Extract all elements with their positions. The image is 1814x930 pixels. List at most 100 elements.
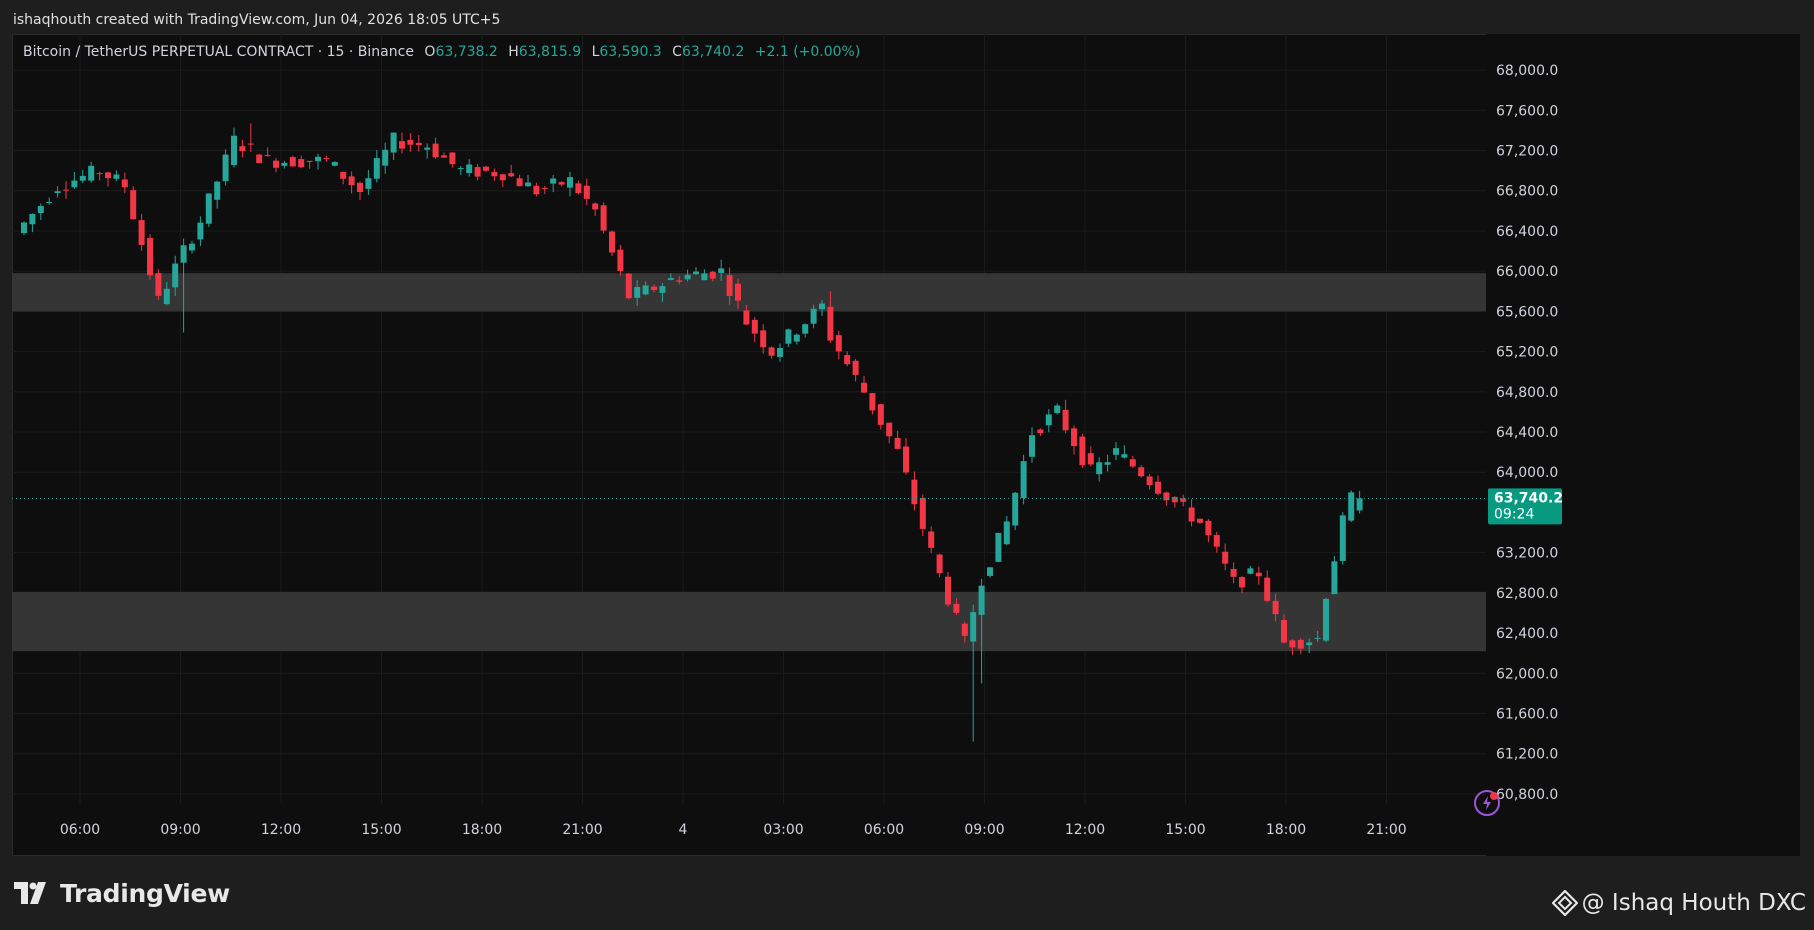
candle-down bbox=[945, 572, 951, 607]
candle-down bbox=[298, 155, 305, 169]
time-tick-label: 21:00 bbox=[562, 822, 602, 838]
candle-down bbox=[1062, 399, 1069, 434]
candle-body bbox=[1113, 448, 1119, 455]
price-axis: 68,000.0 67,600.0 67,200.0 66,800.0 66,400.0… bbox=[1486, 34, 1800, 856]
candle-up bbox=[802, 323, 809, 338]
candle-up bbox=[46, 197, 53, 205]
candle-down bbox=[1138, 465, 1145, 478]
candle-up bbox=[777, 343, 783, 362]
candle-body bbox=[1180, 498, 1187, 502]
candle-body bbox=[961, 623, 968, 636]
watermark-text: @ Ishaq Houth DXC bbox=[1581, 890, 1806, 916]
candle-body bbox=[1163, 492, 1170, 501]
candle-body bbox=[835, 335, 842, 352]
candle-body bbox=[886, 422, 893, 437]
candle-down bbox=[1213, 531, 1220, 553]
price-tick-label: 61,200.0 bbox=[1496, 747, 1558, 763]
candle-up bbox=[1045, 409, 1052, 433]
candle-body bbox=[1255, 572, 1262, 577]
candle-body bbox=[289, 157, 296, 167]
price-tick-label: 66,400.0 bbox=[1496, 224, 1558, 240]
candle-up bbox=[457, 165, 464, 175]
candle-body bbox=[457, 168, 464, 170]
candlestick-chart[interactable]: 68,000.0 67,600.0 67,200.0 66,800.0 66,400.0… bbox=[12, 34, 1800, 856]
candle-body bbox=[634, 286, 641, 298]
candle-body bbox=[667, 278, 674, 280]
tradingview-logo[interactable]: TradingView bbox=[14, 876, 230, 910]
candle-up bbox=[231, 127, 237, 168]
candle-body bbox=[172, 263, 179, 288]
change-value: +2.1 (+0.00%) bbox=[754, 44, 861, 60]
candle-down bbox=[516, 174, 523, 187]
candle-body bbox=[1239, 577, 1245, 588]
candle-up bbox=[1247, 565, 1254, 575]
candle-body bbox=[567, 177, 573, 188]
candle-body bbox=[693, 271, 699, 275]
time-tick-label: 21:00 bbox=[1366, 822, 1406, 838]
candle-up bbox=[79, 169, 86, 184]
candle-body bbox=[474, 167, 481, 177]
candle-body bbox=[852, 360, 859, 375]
candle-down bbox=[1230, 562, 1237, 584]
candle-body bbox=[441, 155, 447, 158]
candle-body bbox=[1247, 568, 1254, 574]
candle-body bbox=[105, 172, 111, 179]
candle-down bbox=[415, 134, 422, 152]
candle-down bbox=[1188, 499, 1195, 527]
candle-up bbox=[1323, 597, 1329, 643]
candle-body bbox=[970, 612, 977, 642]
candle-down bbox=[894, 430, 901, 450]
symbol-title[interactable]: Bitcoin / TetherUS PERPETUAL CONTRACT · … bbox=[23, 44, 414, 60]
candle-body bbox=[558, 182, 565, 185]
time-tick-label: 09:00 bbox=[964, 822, 1004, 838]
candle-down bbox=[357, 181, 363, 201]
candle-body bbox=[987, 567, 993, 576]
candle-body bbox=[751, 319, 758, 334]
author-watermark: @ Ishaq Houth DXC bbox=[1551, 886, 1806, 920]
candle-body bbox=[936, 554, 943, 574]
price-badge-value: 63,740.2 bbox=[1494, 490, 1563, 506]
candle-body bbox=[1331, 561, 1338, 595]
candle-body bbox=[1121, 454, 1128, 458]
candle-body bbox=[743, 310, 750, 325]
candle-body bbox=[214, 181, 221, 200]
candle-body bbox=[919, 497, 926, 529]
candle-body bbox=[382, 149, 389, 166]
candle-body bbox=[726, 275, 733, 296]
candle-down bbox=[323, 155, 330, 162]
candle-body bbox=[533, 185, 540, 195]
candle-up bbox=[71, 171, 78, 189]
candle-down bbox=[1197, 518, 1203, 524]
candle-down bbox=[1205, 519, 1212, 543]
candle-down bbox=[760, 324, 767, 354]
candle-body bbox=[1323, 598, 1329, 641]
candle-body bbox=[1037, 429, 1044, 434]
candle-down bbox=[575, 180, 582, 195]
candle-body bbox=[718, 268, 725, 273]
candle-body bbox=[617, 249, 624, 272]
candle-up bbox=[1348, 490, 1355, 522]
candle-down bbox=[1129, 455, 1136, 468]
candle-up bbox=[1331, 556, 1338, 595]
candle-body bbox=[222, 154, 229, 182]
price-tick-label: 60,800.0 bbox=[1496, 787, 1558, 803]
candle-down bbox=[407, 133, 414, 152]
candle-up bbox=[793, 333, 800, 345]
price-tick-label: 64,400.0 bbox=[1496, 425, 1558, 441]
candle-up bbox=[382, 142, 389, 174]
candle-body bbox=[130, 190, 137, 220]
footer bbox=[0, 858, 1814, 930]
candle-body bbox=[390, 132, 397, 153]
candle-body bbox=[256, 154, 263, 164]
price-tick-label: 63,200.0 bbox=[1496, 546, 1558, 562]
candle-down bbox=[63, 181, 69, 199]
candle-body bbox=[231, 135, 237, 166]
candle-down bbox=[121, 172, 128, 194]
candle-up bbox=[113, 170, 120, 181]
candle-down bbox=[1239, 576, 1245, 594]
candle-down bbox=[592, 202, 599, 216]
candle-body bbox=[315, 156, 321, 162]
candle-down bbox=[348, 171, 355, 194]
candle-body bbox=[197, 222, 204, 240]
candle-body bbox=[365, 178, 372, 189]
